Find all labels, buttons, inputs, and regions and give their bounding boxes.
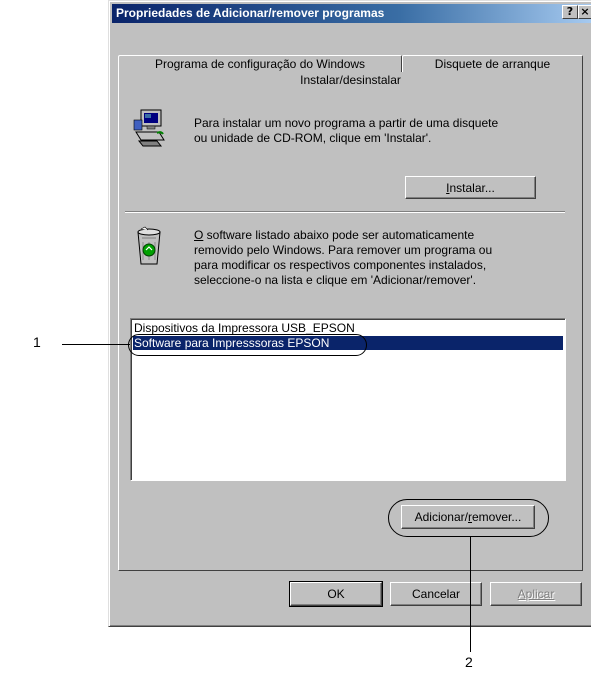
remove-description-mnemonic: O [194,228,204,242]
callout-2-ring [388,499,549,537]
tab-windows-setup[interactable]: Programa de configuração do Windows [118,55,402,72]
remove-description-line3: para modificar os respectivos componente… [194,258,487,272]
callout-2-line [470,536,471,652]
install-description-line1: Para instalar um novo programa a partir … [194,116,499,130]
tab-windows-setup-label: Programa de configuração do Windows [154,57,366,71]
section-divider [125,211,565,213]
help-button[interactable]: ? [562,5,578,19]
callout-1-label: 1 [33,334,41,350]
apply-button-label: Aplicar [517,587,555,601]
window-title: Propriedades de Adicionar/remover progra… [116,6,385,20]
computer-install-icon [133,108,167,148]
install-button-label: nstalar... [449,180,495,195]
cancel-button-label: Cancelar [411,587,461,601]
callout-1-ring [128,334,367,356]
remove-description-line4: seleccione-o na lista e clique em 'Adici… [194,273,477,287]
remove-description: O software listado abaixo pode ser autom… [194,228,492,288]
recycle-bin-icon [133,226,165,266]
install-button[interactable]: Instalar... [405,176,536,199]
title-bar[interactable]: Propriedades de Adicionar/remover progra… [112,4,591,23]
apply-button[interactable]: Aplicar [490,582,582,606]
ok-button[interactable]: OK [289,581,383,607]
tab-install-uninstall-label: Instalar/desinstalar [300,73,401,87]
close-icon: × [580,5,590,18]
list-item[interactable]: Dispositivos da Impressora USB_EPSON [133,321,563,335]
remove-description-line2: removido pelo Windows. Para remover um p… [194,243,493,257]
tab-startup-disk-label: Disquete de arranque [434,57,551,71]
close-button[interactable]: × [578,5,591,19]
tab-startup-disk[interactable]: Disquete de arranque [402,55,583,72]
callout-2-label: 2 [465,654,473,670]
tab-install-uninstall[interactable]: Instalar/desinstalar [118,72,583,88]
ok-button-label: OK [327,587,345,601]
help-icon: ? [566,5,574,18]
install-description: Para instalar um novo programa a partir … [194,116,498,146]
remove-description-line1: software listado abaixo pode ser automat… [203,228,475,242]
program-name: Dispositivos da Impressora USB_EPSON [134,321,355,335]
cancel-button[interactable]: Cancelar [390,582,482,606]
callout-1-line [62,344,130,345]
install-description-line2: ou unidade de CD-ROM, clique em 'Instala… [194,131,432,145]
